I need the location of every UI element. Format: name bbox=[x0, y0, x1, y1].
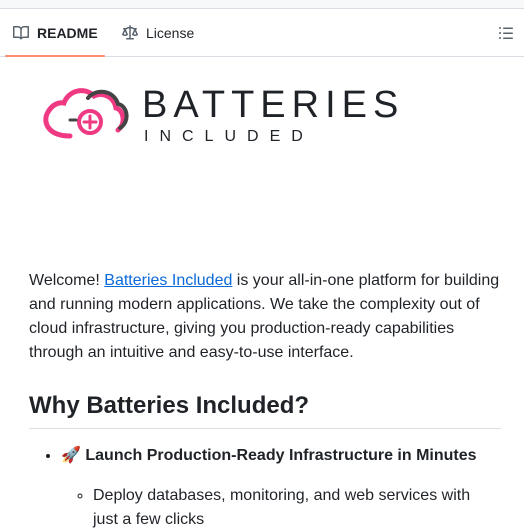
tab-readme-label: README bbox=[37, 24, 98, 41]
tab-license-label: License bbox=[146, 24, 195, 41]
batteries-included-logo: BATTERIES INCLUDED bbox=[40, 84, 432, 145]
why-heading: Why Batteries Included? bbox=[29, 391, 501, 429]
intro-paragraph: Welcome! Batteries Included is your all-… bbox=[29, 269, 501, 365]
readme-tabbar: README License bbox=[0, 9, 524, 57]
top-strip bbox=[0, 0, 524, 9]
logo-word-bottom: INCLUDED bbox=[144, 128, 314, 144]
rocket-icon: 🚀 bbox=[61, 447, 81, 464]
outline-button[interactable] bbox=[496, 23, 516, 43]
intro-prefix: Welcome! bbox=[29, 272, 105, 289]
cloud-mark-icon bbox=[43, 88, 129, 139]
tab-readme[interactable]: README bbox=[5, 9, 105, 57]
scale-icon bbox=[122, 24, 138, 41]
feature-title: 🚀 Launch Production-Ready Infrastructure… bbox=[61, 447, 477, 464]
batteries-included-link[interactable]: Batteries Included bbox=[104, 272, 232, 289]
list-unordered-icon bbox=[498, 25, 514, 41]
feature-list: 🚀 Launch Production-Ready Infrastructure… bbox=[29, 444, 501, 532]
feature-item: 🚀 Launch Production-Ready Infrastructure… bbox=[61, 444, 501, 532]
book-icon bbox=[13, 25, 29, 41]
logo-graphic: BATTERIES INCLUDED bbox=[43, 84, 404, 145]
logo-word-top: BATTERIES bbox=[142, 84, 404, 126]
tab-license[interactable]: License bbox=[114, 9, 202, 56]
feature-title-text: Launch Production-Ready Infrastructure i… bbox=[85, 447, 477, 464]
